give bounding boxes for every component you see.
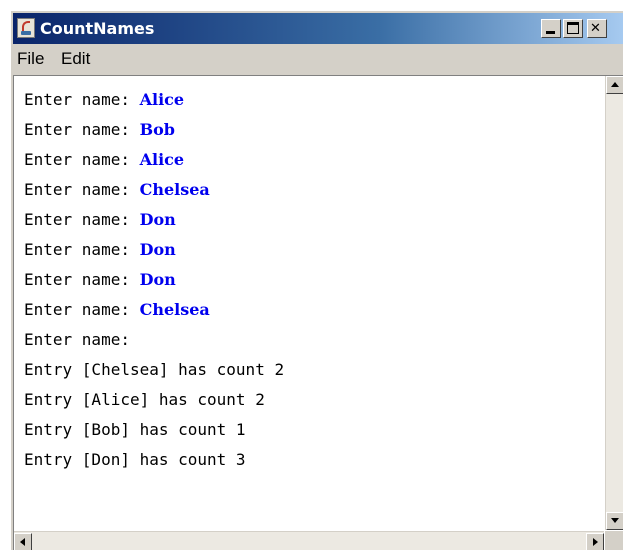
scrollbar-corner	[605, 531, 623, 550]
vertical-scrollbar[interactable]	[605, 76, 623, 530]
maximize-button[interactable]	[563, 19, 583, 38]
close-button[interactable]	[587, 19, 607, 38]
console-line: Entry [Bob] has count 1	[24, 420, 246, 439]
console-prompt: Enter name:	[24, 330, 140, 349]
console-input: Don	[139, 240, 176, 259]
console-line: Entry [Alice] has count 2	[24, 390, 265, 409]
console-input: Chelsea	[139, 180, 210, 199]
console-line: Enter name: Alice	[24, 90, 184, 109]
console-prompt: Enter name:	[24, 90, 140, 109]
menu-bar: File Edit	[13, 46, 623, 72]
console-input: Don	[139, 270, 176, 289]
console-line: Enter name: Chelsea	[24, 300, 210, 319]
console-prompt: Enter name:	[24, 120, 140, 139]
console-input: Alice	[139, 150, 185, 169]
console-input: Chelsea	[139, 300, 210, 319]
console-prompt: Enter name:	[24, 210, 140, 229]
console-line: Enter name: Alice	[24, 150, 184, 169]
console-line: Enter name: Don	[24, 210, 176, 229]
title-bar[interactable]: CountNames	[13, 13, 623, 44]
console-prompt: Enter name:	[24, 240, 140, 259]
console-input: Alice	[139, 90, 185, 109]
console-input: Bob	[139, 120, 175, 139]
console-prompt: Enter name:	[24, 300, 140, 319]
scroll-up-arrow-icon[interactable]	[606, 76, 623, 94]
console-line: Enter name: Don	[24, 240, 176, 259]
console-prompt: Enter name:	[24, 180, 140, 199]
scroll-right-arrow-icon[interactable]	[586, 533, 604, 550]
console-output: Entry [Alice] has count 2	[24, 390, 265, 409]
console-line: Enter name: Bob	[24, 120, 175, 139]
menu-edit[interactable]: Edit	[61, 49, 90, 69]
console-line: Entry [Don] has count 3	[24, 450, 246, 469]
console-output: Entry [Don] has count 3	[24, 450, 246, 469]
console-output: Entry [Bob] has count 1	[24, 420, 246, 439]
console-line: Enter name:	[24, 330, 140, 349]
console-line: Enter name: Don	[24, 270, 176, 289]
app-window: CountNames File Edit Enter name: Alice E…	[10, 10, 623, 550]
scroll-left-arrow-icon[interactable]	[14, 533, 32, 550]
console-text-area[interactable]: Enter name: Alice Enter name: Bob Enter …	[14, 76, 604, 530]
console-prompt: Enter name:	[24, 150, 140, 169]
console-line: Enter name: Chelsea	[24, 180, 210, 199]
console-panel: Enter name: Alice Enter name: Bob Enter …	[13, 75, 623, 550]
scroll-down-arrow-icon[interactable]	[606, 512, 623, 530]
menu-file[interactable]: File	[17, 49, 44, 69]
console-output: Entry [Chelsea] has count 2	[24, 360, 285, 379]
console-line: Entry [Chelsea] has count 2	[24, 360, 284, 379]
java-icon[interactable]	[17, 18, 35, 38]
horizontal-scrollbar[interactable]	[14, 531, 604, 550]
console-prompt: Enter name:	[24, 270, 140, 289]
console-input: Don	[139, 210, 176, 229]
minimize-button[interactable]	[541, 19, 561, 38]
window-title: CountNames	[40, 19, 155, 38]
